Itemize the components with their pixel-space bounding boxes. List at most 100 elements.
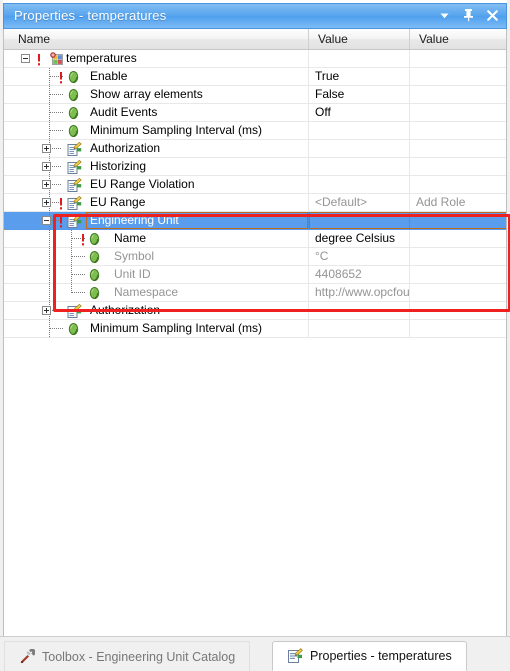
value-edit-box[interactable] xyxy=(309,212,506,229)
row-value2-cell[interactable] xyxy=(410,87,506,103)
row-value2-cell[interactable] xyxy=(410,159,506,175)
row-name-cell[interactable]: EU Range xyxy=(4,194,308,211)
chevron-down-icon[interactable] xyxy=(437,7,452,23)
row-name-cell[interactable]: Unit ID xyxy=(4,266,308,283)
row-value2-cell[interactable] xyxy=(410,321,506,337)
table-row[interactable]: Authorization xyxy=(4,302,506,320)
expand-toggle-icon[interactable] xyxy=(42,144,51,153)
row-value2-cell[interactable] xyxy=(410,123,506,139)
tab-properties-temperatures[interactable]: Properties - temperatures xyxy=(272,641,467,671)
expand-toggle-icon[interactable] xyxy=(42,198,51,207)
row-value-cell[interactable] xyxy=(309,141,409,157)
expand-toggle-icon[interactable] xyxy=(42,180,51,189)
row-value-cell[interactable]: 4408652 xyxy=(309,267,409,283)
row-value-cell[interactable] xyxy=(309,159,409,175)
row-name-cell[interactable]: Symbol xyxy=(4,248,308,265)
table-row[interactable]: Minimum Sampling Interval (ms) xyxy=(4,122,506,140)
row-name-cell[interactable]: temperatures xyxy=(4,50,308,67)
row-value-cell[interactable]: °C xyxy=(309,249,409,265)
row-name-cell[interactable]: Historizing xyxy=(4,158,308,175)
row-name-cell[interactable]: EU Range Violation xyxy=(4,176,308,193)
row-name-cell[interactable]: Minimum Sampling Interval (ms) xyxy=(4,320,308,337)
tree-line xyxy=(49,230,50,247)
form-pencil-icon xyxy=(67,160,82,174)
table-row[interactable]: Audit Events Off xyxy=(4,104,506,122)
table-row[interactable]: EU Range <Default> Add Role xyxy=(4,194,506,212)
row-value2-cell[interactable] xyxy=(410,231,506,247)
row-name-cell[interactable]: Minimum Sampling Interval (ms) xyxy=(4,122,308,139)
row-value2-cell[interactable] xyxy=(410,303,506,319)
grid-rows: temperatures Enable True Show array element… xyxy=(4,50,506,636)
row-value-cell[interactable] xyxy=(309,303,409,319)
row-name-cell[interactable]: Namespace xyxy=(4,284,308,301)
table-row[interactable]: Historizing xyxy=(4,158,506,176)
collapse-toggle-icon[interactable] xyxy=(42,216,51,225)
green-gem-icon xyxy=(88,268,102,282)
row-value2-cell[interactable] xyxy=(410,69,506,85)
table-row[interactable]: Symbol °C xyxy=(4,248,506,266)
table-row[interactable]: Engineering Unit xyxy=(4,212,506,230)
row-label: temperatures xyxy=(66,51,137,65)
row-value2-cell[interactable] xyxy=(410,249,506,265)
row-label: EU Range xyxy=(90,195,146,209)
row-value-cell[interactable]: True xyxy=(309,69,409,85)
row-value2-cell[interactable] xyxy=(410,285,506,301)
bottom-tab-strip: Toolbox - Engineering Unit Catalog Prope… xyxy=(0,636,510,671)
green-gem-icon xyxy=(88,286,102,300)
row-value-cell[interactable] xyxy=(309,51,409,67)
row-value2-cell[interactable] xyxy=(410,51,506,67)
collapse-toggle-icon[interactable] xyxy=(21,54,30,63)
tree-line xyxy=(72,256,85,257)
table-row[interactable]: Authorization xyxy=(4,140,506,158)
row-value-cell[interactable]: degree Celsius xyxy=(309,231,409,247)
column-header-value-2[interactable]: Value xyxy=(413,32,449,46)
column-header-value-1[interactable]: Value xyxy=(312,32,348,46)
row-name-cell[interactable]: Name xyxy=(4,230,308,247)
tree-line xyxy=(50,94,63,95)
row-name-cell[interactable]: Audit Events xyxy=(4,104,308,121)
row-value2-cell[interactable] xyxy=(410,177,506,193)
table-row[interactable]: Enable True xyxy=(4,68,506,86)
close-icon[interactable] xyxy=(485,7,500,23)
row-label: Show array elements xyxy=(90,87,203,101)
row-value-cell[interactable]: <Default> xyxy=(309,195,409,211)
row-value-cell[interactable]: Off xyxy=(309,105,409,121)
pin-icon[interactable] xyxy=(461,7,476,23)
table-row[interactable]: temperatures xyxy=(4,50,506,68)
row-value-cell[interactable] xyxy=(309,123,409,139)
row-name-cell[interactable]: Authorization xyxy=(4,140,308,157)
expand-toggle-icon[interactable] xyxy=(42,306,51,315)
row-value2-cell[interactable] xyxy=(410,105,506,121)
table-row[interactable]: EU Range Violation xyxy=(4,176,506,194)
row-value-cell[interactable] xyxy=(309,177,409,193)
row-value2-cell[interactable] xyxy=(410,267,506,283)
table-row[interactable]: Minimum Sampling Interval (ms) xyxy=(4,320,506,338)
table-row[interactable]: Unit ID 4408652 xyxy=(4,266,506,284)
name-edit-box[interactable] xyxy=(86,212,308,229)
green-gem-icon xyxy=(67,106,81,120)
table-row[interactable]: Show array elements False xyxy=(4,86,506,104)
row-name-cell[interactable]: Show array elements xyxy=(4,86,308,103)
column-divider-1[interactable] xyxy=(308,29,309,49)
form-pencil-icon xyxy=(67,214,82,228)
row-value-cell[interactable] xyxy=(309,321,409,337)
tab-toolbox-engineering-unit-catalog[interactable]: Toolbox - Engineering Unit Catalog xyxy=(4,641,251,671)
property-grid-icon xyxy=(49,52,63,66)
column-header-name[interactable]: Name xyxy=(12,32,50,46)
row-name-cell[interactable]: Enable xyxy=(4,68,308,85)
properties-panel: Properties - temperatures Name Value Val… xyxy=(0,0,510,671)
tree-line xyxy=(52,184,62,185)
row-name-cell[interactable]: Engineering Unit xyxy=(4,212,308,229)
table-row[interactable]: Namespace http://www.opcfoundation.org/..… xyxy=(4,284,506,302)
green-gem-icon xyxy=(67,124,81,138)
tab-label: Properties - temperatures xyxy=(310,649,452,663)
row-name-cell[interactable]: Authorization xyxy=(4,302,308,319)
row-value-cell[interactable]: http://www.opcfoundation.org/... xyxy=(309,285,409,301)
column-divider-2[interactable] xyxy=(409,29,410,49)
row-value2-cell[interactable] xyxy=(410,141,506,157)
row-value2-cell[interactable]: Add Role xyxy=(410,195,506,211)
table-row[interactable]: Name degree Celsius xyxy=(4,230,506,248)
expand-toggle-icon[interactable] xyxy=(42,162,51,171)
row-value-cell[interactable]: False xyxy=(309,87,409,103)
tree-line xyxy=(50,130,63,131)
